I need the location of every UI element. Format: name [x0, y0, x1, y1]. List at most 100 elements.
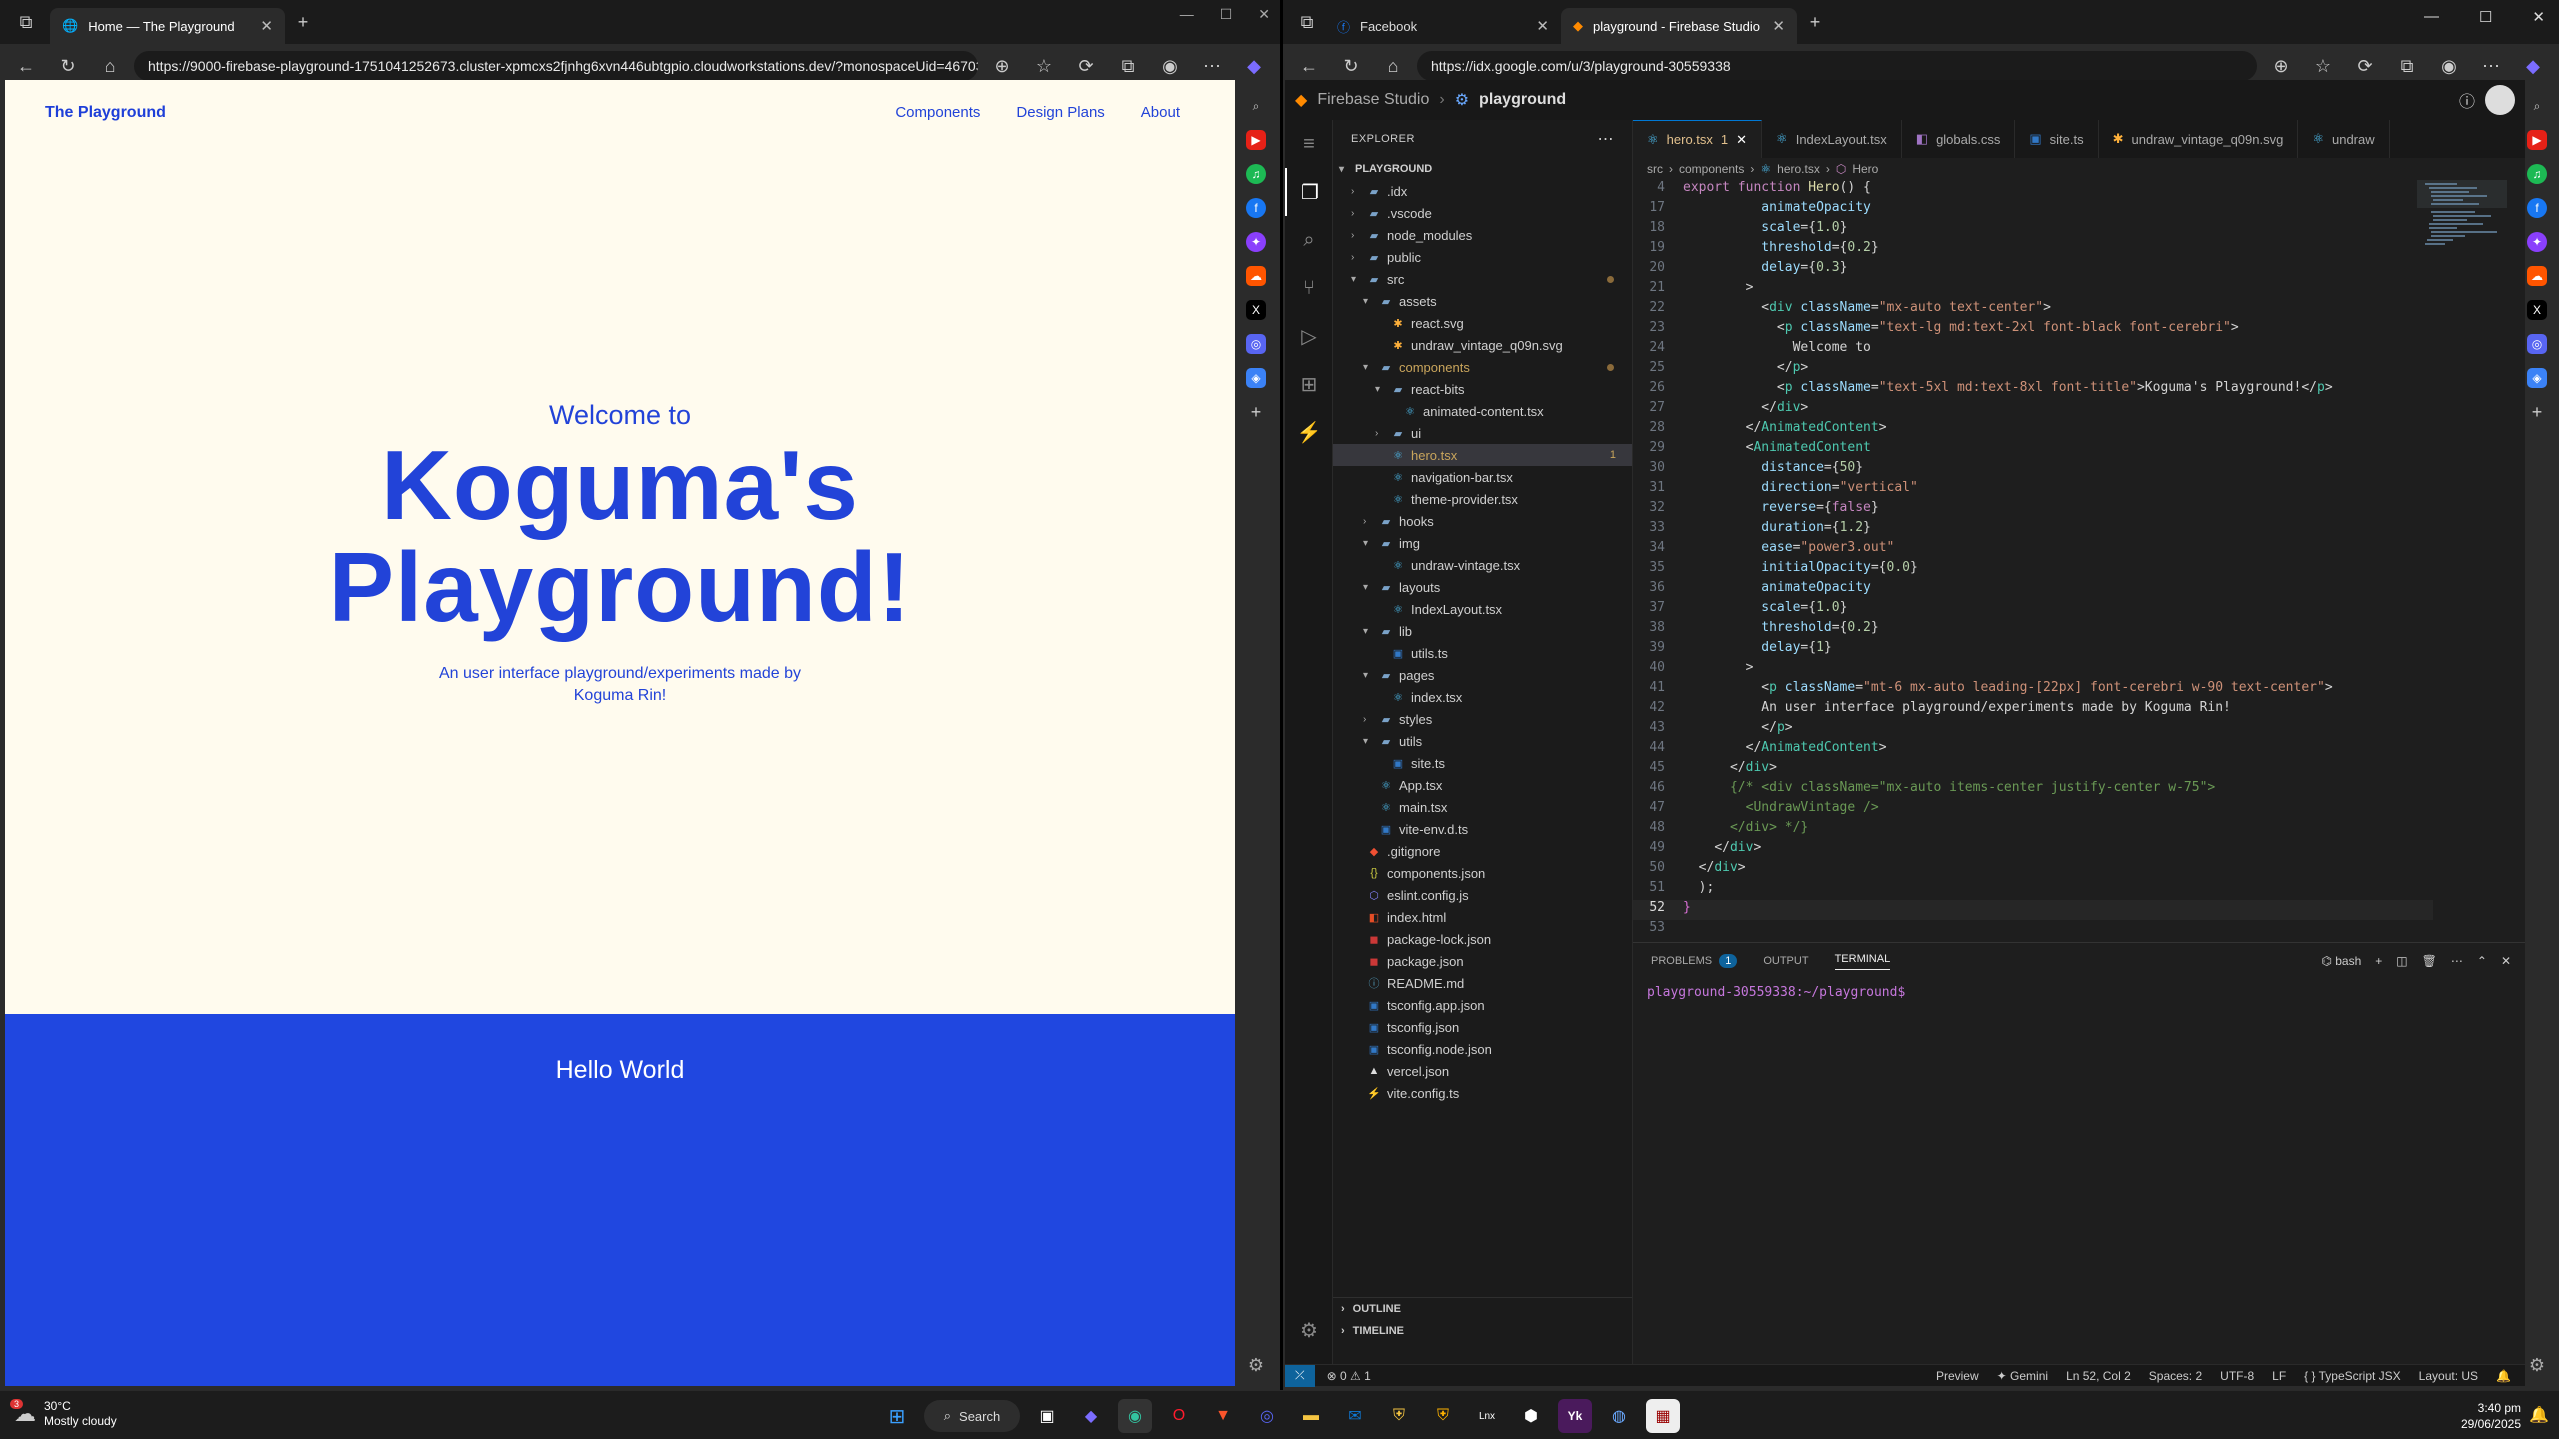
tree-file[interactable]: ◧ index.html — [1333, 906, 1632, 928]
maximize-icon[interactable]: ☐ — [1220, 6, 1233, 23]
tree-file[interactable]: ⚛ index.tsx — [1333, 686, 1632, 708]
close-window-icon[interactable]: ✕ — [1258, 6, 1270, 23]
discord-icon[interactable]: ◎ — [2527, 334, 2547, 354]
tree-folder[interactable]: ▾ ▰ utils — [1333, 730, 1632, 752]
editor-tab[interactable]: ⚛ undraw — [2298, 120, 2390, 158]
status-encoding[interactable]: UTF-8 — [2220, 1369, 2254, 1383]
extensions-icon[interactable]: ⟳ — [2347, 48, 2383, 84]
panel-more-icon[interactable]: ⋯ — [2451, 954, 2463, 968]
tree-folder[interactable]: › ▰ .idx — [1333, 180, 1632, 202]
yk-icon[interactable]: Yk — [1558, 1399, 1592, 1433]
favorite-icon[interactable]: ☆ — [1026, 48, 1062, 84]
edge-icon[interactable]: ◉ — [1118, 1399, 1152, 1433]
workspace-name[interactable]: playground — [1479, 91, 1566, 109]
crumb-components[interactable]: components — [1679, 162, 1744, 176]
nav-about-link[interactable]: About — [1141, 104, 1180, 121]
facebook-icon[interactable]: f — [1246, 198, 1266, 218]
tree-file[interactable]: ▣ tsconfig.app.json — [1333, 994, 1632, 1016]
discord-icon[interactable]: ◎ — [1250, 1399, 1284, 1433]
tree-folder[interactable]: › ▰ styles — [1333, 708, 1632, 730]
refresh-icon[interactable]: ↻ — [1333, 48, 1369, 84]
tree-file[interactable]: ⚛ IndexLayout.tsx — [1333, 598, 1632, 620]
home-icon[interactable]: ⌂ — [1375, 48, 1411, 84]
editor-tab[interactable]: ▣ site.ts — [2015, 120, 2099, 158]
sidebar-settings-icon[interactable]: ⚙ — [1240, 1355, 1272, 1376]
tree-file[interactable]: ⚛ animated-content.tsx — [1333, 400, 1632, 422]
nav-components-link[interactable]: Components — [895, 104, 980, 121]
tree-file[interactable]: ▣ vite-env.d.ts — [1333, 818, 1632, 840]
problems-status[interactable]: ⊗ 0 ⚠ 1 — [1327, 1369, 1371, 1383]
close-tab-icon[interactable]: ✕ — [1772, 17, 1785, 35]
minimize-icon[interactable]: — — [2424, 8, 2439, 26]
start-icon[interactable]: ⊞ — [880, 1399, 914, 1433]
add-sidebar-icon[interactable]: + — [2527, 402, 2547, 422]
tab-terminal[interactable]: TERMINAL — [1834, 953, 1891, 970]
tree-folder[interactable]: ▾ ▰ components — [1333, 356, 1632, 378]
tree-file[interactable]: ◼ package-lock.json — [1333, 928, 1632, 950]
editor-tab[interactable]: ⚛ IndexLayout.tsx — [1762, 120, 1902, 158]
copilot-icon[interactable]: ◆ — [1074, 1399, 1108, 1433]
spotify-icon[interactable]: ♫ — [2527, 164, 2547, 184]
tree-folder[interactable]: ▾ ▰ img — [1333, 532, 1632, 554]
profile-avatar[interactable]: ◉ — [2431, 48, 2467, 84]
app-icon-1[interactable]: ⛨ — [1382, 1399, 1416, 1433]
tree-file[interactable]: ⚛ main.tsx — [1333, 796, 1632, 818]
crumb-src[interactable]: src — [1647, 162, 1663, 176]
kill-terminal-icon[interactable]: 🗑 — [2422, 954, 2437, 968]
minimap[interactable] — [2417, 180, 2507, 320]
outlook-icon[interactable]: ✉ — [1338, 1399, 1372, 1433]
profile-avatar[interactable]: ◉ — [1152, 48, 1188, 84]
search-icon[interactable]: ⌕ — [2527, 96, 2547, 116]
opera-icon[interactable]: O — [1162, 1399, 1196, 1433]
tree-folder[interactable]: ▾ ▰ react-bits — [1333, 378, 1632, 400]
more-icon[interactable]: ⋯ — [2473, 48, 2509, 84]
tag-icon[interactable]: ◈ — [2527, 368, 2547, 388]
crumb-file[interactable]: hero.tsx — [1777, 162, 1820, 176]
tree-folder[interactable]: › ▰ hooks — [1333, 510, 1632, 532]
status-language[interactable]: { } TypeScript JSX — [2304, 1369, 2401, 1383]
tree-file[interactable]: ✱ react.svg — [1333, 312, 1632, 334]
sidebar-settings-icon[interactable]: ⚙ — [2521, 1355, 2553, 1376]
back-icon[interactable]: ← — [8, 48, 44, 84]
tree-folder[interactable]: › ▰ node_modules — [1333, 224, 1632, 246]
run-debug-icon[interactable]: ▷ — [1285, 312, 1333, 360]
facebook-icon[interactable]: f — [2527, 198, 2547, 218]
tree-file[interactable]: ▲ vercel.json — [1333, 1060, 1632, 1082]
messenger-icon[interactable]: ✦ — [1246, 232, 1266, 252]
explorer-more-icon[interactable]: ⋯ — [1598, 129, 1615, 149]
close-tab-icon[interactable]: ✕ — [260, 17, 273, 35]
add-sidebar-icon[interactable]: + — [1246, 402, 1266, 422]
copilot-icon[interactable]: ◆ — [1236, 48, 1272, 84]
outline-section[interactable]: › OUTLINE — [1333, 1298, 1632, 1320]
status-eol[interactable]: LF — [2272, 1369, 2286, 1383]
tree-file[interactable]: ⚡ vite.config.ts — [1333, 1082, 1632, 1104]
timeline-section[interactable]: › TIMELINE — [1333, 1320, 1632, 1342]
settings-icon[interactable]: ⚙ — [1285, 1306, 1333, 1354]
minimize-icon[interactable]: — — [1180, 6, 1194, 23]
notification-center-icon[interactable]: 🔔 — [2529, 1405, 2549, 1425]
tree-file[interactable]: ▣ tsconfig.json — [1333, 1016, 1632, 1038]
workspaces-icon[interactable]: ⧉ — [8, 4, 44, 40]
url-field[interactable]: https://idx.google.com/u/3/playground-30… — [1417, 51, 2257, 81]
tree-file[interactable]: ⚛ theme-provider.tsx — [1333, 488, 1632, 510]
site-brand-link[interactable]: The Playground — [45, 104, 166, 122]
collections-icon[interactable]: ⧉ — [1110, 48, 1146, 84]
tree-folder[interactable]: ▾ ▰ lib — [1333, 620, 1632, 642]
tab-output[interactable]: OUTPUT — [1763, 955, 1808, 967]
tree-file[interactable]: ⬡ eslint.config.js — [1333, 884, 1632, 906]
refresh-icon[interactable]: ↻ — [50, 48, 86, 84]
more-icon[interactable]: ⋯ — [1194, 48, 1230, 84]
taskbar-search[interactable]: ⌕ Search — [924, 1400, 1020, 1432]
soundcloud-icon[interactable]: ☁ — [2527, 266, 2547, 286]
tree-folder[interactable]: ▾ ▰ src — [1333, 268, 1632, 290]
tree-folder[interactable]: ▾ ▰ layouts — [1333, 576, 1632, 598]
firebase-icon[interactable]: ⚡ — [1285, 408, 1333, 456]
editor-tab[interactable]: ◧ globals.css — [1902, 120, 2016, 158]
tree-root[interactable]: ▾ PLAYGROUND — [1333, 158, 1632, 180]
tree-folder[interactable]: ▾ ▰ assets — [1333, 290, 1632, 312]
task-view-icon[interactable]: ▣ — [1030, 1399, 1064, 1433]
spotify-icon[interactable]: ♫ — [1246, 164, 1266, 184]
app-icon-4[interactable]: ⬢ — [1514, 1399, 1548, 1433]
nav-design-plans-link[interactable]: Design Plans — [1016, 104, 1104, 121]
status-cursor[interactable]: Ln 52, Col 2 — [2066, 1369, 2131, 1383]
